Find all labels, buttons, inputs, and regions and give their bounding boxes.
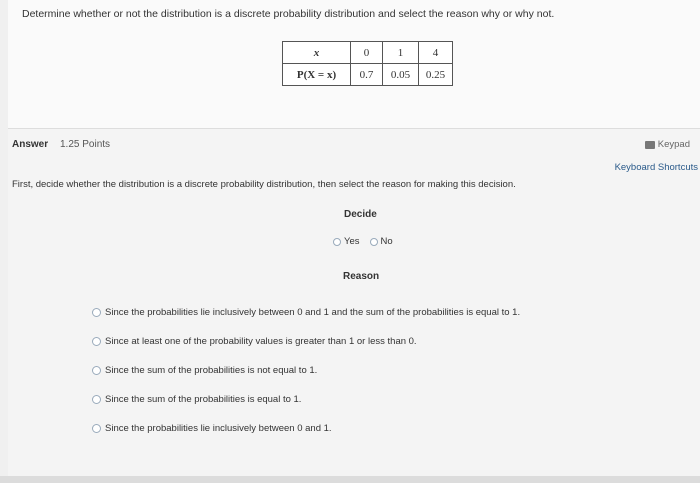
- reason-options: Since the probabilities lie inclusively …: [92, 298, 520, 443]
- reason-option[interactable]: Since the probabilities lie inclusively …: [92, 298, 520, 327]
- reason-option[interactable]: Since the sum of the probabilities is no…: [92, 356, 520, 385]
- answer-label: Answer: [12, 139, 49, 150]
- radio-icon[interactable]: [92, 308, 101, 317]
- option-label: No: [380, 236, 393, 247]
- x-value-cell: 0: [350, 41, 383, 64]
- probability-cell: 0.25: [418, 63, 453, 86]
- reason-heading: Reason: [343, 271, 380, 282]
- question-text: Determine whether or not the distributio…: [22, 8, 555, 20]
- radio-icon[interactable]: [369, 237, 378, 246]
- keyboard-shortcuts-link[interactable]: Keyboard Shortcuts: [615, 162, 698, 173]
- table-row: x 0 1 4: [282, 41, 453, 64]
- option-label: Since at least one of the probability va…: [105, 336, 417, 347]
- radio-icon[interactable]: [92, 337, 101, 346]
- x-row-header: x: [282, 41, 351, 64]
- reason-option[interactable]: Since at least one of the probability va…: [92, 327, 520, 356]
- option-label: Since the probabilities lie inclusively …: [105, 423, 332, 434]
- table-row: P(X = x) 0.7 0.05 0.25: [282, 63, 453, 86]
- option-label: Since the sum of the probabilities is no…: [105, 365, 318, 376]
- radio-icon[interactable]: [92, 395, 101, 404]
- reason-option[interactable]: Since the probabilities lie inclusively …: [92, 414, 520, 443]
- decide-option-yes[interactable]: Yes: [333, 236, 360, 247]
- decide-option-no[interactable]: No: [369, 236, 393, 247]
- question-panel: Determine whether or not the distributio…: [8, 0, 700, 129]
- radio-icon[interactable]: [92, 366, 101, 375]
- bottom-strip: [0, 476, 700, 483]
- reason-option[interactable]: Since the sum of the probabilities is eq…: [92, 385, 520, 414]
- radio-icon[interactable]: [333, 237, 341, 246]
- option-label: Since the probabilities lie inclusively …: [105, 307, 521, 318]
- probability-cell: 0.7: [350, 63, 383, 86]
- probability-row-header: P(X = x): [282, 63, 351, 86]
- decide-options: Yes No: [333, 236, 393, 247]
- keypad-button[interactable]: Keypad: [644, 139, 690, 150]
- instruction-text: First, decide whether the distribution i…: [12, 179, 516, 190]
- distribution-table: x 0 1 4 P(X = x) 0.7 0.05 0.25: [282, 41, 453, 86]
- x-value-cell: 1: [382, 41, 419, 64]
- x-value-cell: 4: [418, 41, 453, 64]
- probability-cell: 0.05: [382, 63, 419, 86]
- keypad-icon: [644, 140, 655, 149]
- option-label: Yes: [344, 236, 360, 247]
- radio-icon[interactable]: [92, 424, 101, 433]
- keypad-label: Keypad: [657, 139, 690, 150]
- decide-heading: Decide: [344, 209, 377, 220]
- points-label: 1.25 Points: [60, 139, 111, 150]
- option-label: Since the sum of the probabilities is eq…: [105, 394, 302, 405]
- answer-panel: Answer 1.25 Points Keypad Keyboard Short…: [8, 129, 700, 483]
